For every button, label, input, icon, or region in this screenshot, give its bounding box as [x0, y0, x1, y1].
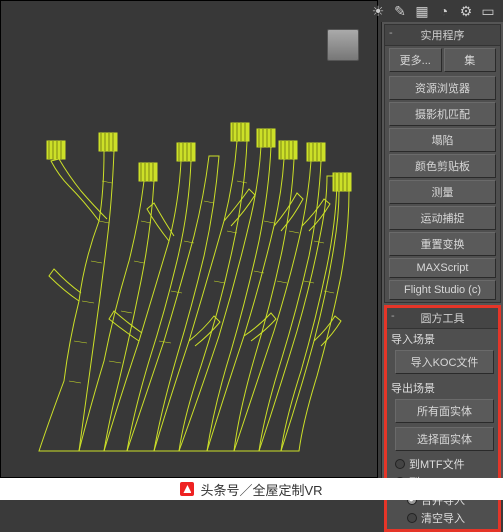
utilities-panel: - 实用程序 更多... 集 资源浏览器 摄影机匹配 塌陷 颜色剪贴板 测量 运动… [381, 22, 503, 478]
import-koc-button[interactable]: 导入KOC文件 [395, 350, 494, 374]
reset-xform-button[interactable]: 重置变换 [389, 232, 496, 256]
measure-button[interactable]: 测量 [389, 180, 496, 204]
clear-import-radio[interactable]: 清空导入 [387, 509, 498, 527]
gear-icon[interactable]: ⚙ [457, 2, 475, 20]
watermark-bar: 头条号／全屋定制VR [0, 478, 503, 500]
radio-dot-icon [395, 459, 405, 469]
asset-browser-button[interactable]: 资源浏览器 [389, 76, 496, 100]
flight-studio-button[interactable]: Flight Studio (c) [389, 280, 496, 300]
radio-dot-icon [407, 513, 417, 523]
grid-icon[interactable]: ▦ [413, 2, 431, 20]
to-mtf-radio[interactable]: 到MTF文件 [387, 455, 498, 473]
export-selected-faces-button[interactable]: 选择面实体 [395, 427, 494, 451]
rollout-header-yuanfang[interactable]: - 圆方工具 [387, 308, 498, 329]
collapse-button[interactable]: 塌陷 [389, 128, 496, 152]
rollout-title: 圆方工具 [421, 313, 465, 325]
light-icon[interactable]: ☀ [369, 2, 387, 20]
model-wireframe [9, 41, 369, 461]
cone-icon[interactable]: ◔ [435, 2, 453, 20]
brush-icon[interactable]: ✎ [391, 2, 409, 20]
export-scene-label: 导出场景 [387, 378, 498, 397]
rollout-title: 实用程序 [421, 30, 465, 42]
command-panel-tabs: ☀ ✎ ▦ ◔ ⚙ ▭ [363, 0, 503, 22]
collapse-icon: - [391, 310, 395, 322]
radio-label: 清空导入 [421, 510, 465, 526]
display-icon[interactable]: ▭ [479, 2, 497, 20]
watermark-text: 头条号／全屋定制VR [200, 480, 322, 499]
toutiao-logo-icon [180, 482, 194, 496]
sets-button[interactable]: 集 [444, 48, 497, 72]
color-clipboard-button[interactable]: 颜色剪贴板 [389, 154, 496, 178]
motion-capture-button[interactable]: 运动捕捉 [389, 206, 496, 230]
export-all-faces-button[interactable]: 所有面实体 [395, 399, 494, 423]
more-button[interactable]: 更多... [389, 48, 442, 72]
rollout-header-utilities[interactable]: - 实用程序 [385, 25, 500, 46]
collapse-icon: - [389, 27, 393, 39]
camera-match-button[interactable]: 摄影机匹配 [389, 102, 496, 126]
import-scene-label: 导入场景 [387, 329, 498, 348]
maxscript-button[interactable]: MAXScript [389, 258, 496, 278]
utilities-rollout: - 实用程序 更多... 集 资源浏览器 摄影机匹配 塌陷 颜色剪贴板 测量 运动… [384, 24, 501, 303]
viewport-3d[interactable] [0, 0, 378, 478]
radio-label: 到MTF文件 [409, 456, 465, 472]
